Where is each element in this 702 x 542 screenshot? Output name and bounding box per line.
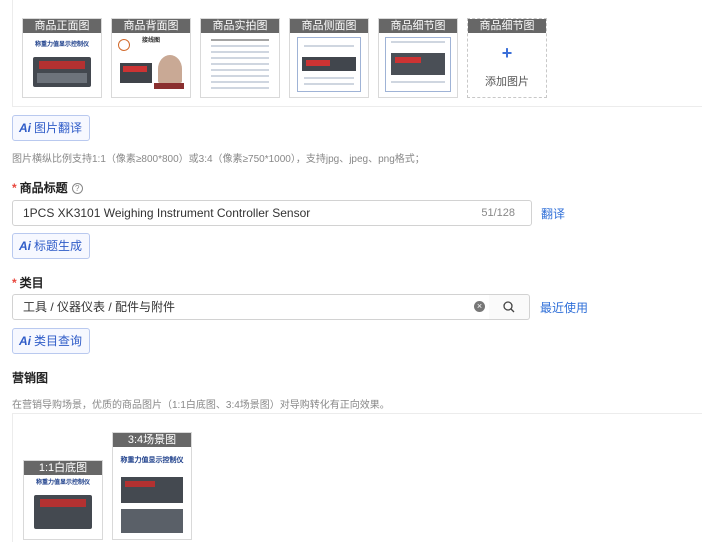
translate-link[interactable]: 翻译 <box>541 205 565 222</box>
add-image-label: 添加图片 <box>485 76 529 88</box>
category-label: * 类目 <box>12 274 44 291</box>
marketing-label: 营销图 <box>12 371 49 385</box>
marketing-hint: 在营销导购场景，优质的商品图片（1:1白底图、3:4场景图）对导购转化有正向效果… <box>12 400 390 411</box>
button-label: 标题生成 <box>34 239 83 253</box>
thumb-caption: 商品正面图 <box>23 19 101 33</box>
product-photo <box>294 35 364 94</box>
thumb-caption: 商品细节图 <box>468 19 546 33</box>
ai-icon: Ai <box>19 239 31 253</box>
generate-title-button[interactable]: Ai 标题生成 <box>12 233 91 259</box>
add-image-button[interactable]: 商品细节图 + 添加图片 <box>467 18 547 98</box>
image-format-hint: 图片横纵比例支持1:1（像素≥800*800）或3:4（像素≥750*1000）… <box>12 154 425 165</box>
category-value: 工具 / 仪器仪表 / 配件与附件 <box>23 300 176 314</box>
required-mark: * <box>12 276 17 290</box>
help-icon[interactable]: ? <box>71 183 83 194</box>
thumb-caption: 3:4场景图 <box>113 433 191 447</box>
required-mark: * <box>12 181 17 195</box>
ai-icon: Ai <box>19 334 31 348</box>
title-input[interactable]: 1PCS XK3101 Weighing Instrument Controll… <box>12 200 532 226</box>
button-label: 图片翻译 <box>34 121 83 135</box>
thumb-caption: 1:1白底图 <box>24 461 102 475</box>
photo-embedded-title: 称重力值显示控制仪 <box>35 480 90 486</box>
photo-embedded-title: 称重力值显示控制仪 <box>120 457 184 464</box>
product-photo: 接线图 <box>116 35 186 94</box>
product-photo <box>383 35 453 94</box>
title-label: * 商品标题? <box>12 179 83 196</box>
button-label: 类目查询 <box>34 334 83 348</box>
image-thumb-front[interactable]: 商品正面图 称重力值显示控制仪 <box>22 18 102 98</box>
search-icon <box>503 301 515 313</box>
title-label-text: 商品标题 <box>19 181 68 195</box>
thumb-caption: 商品背面图 <box>112 19 190 33</box>
image-thumb-real[interactable]: 商品实拍图 <box>200 18 280 98</box>
spec-sheet-photo <box>205 35 275 94</box>
marketing-thumb-scene[interactable]: 3:4场景图 称重力值显示控制仪 <box>112 432 192 540</box>
thumb-caption: 商品侧面图 <box>290 19 368 33</box>
marketing-thumb-square[interactable]: 1:1白底图 称重力值显示控制仪 <box>23 460 103 540</box>
product-images-panel: 商品正面图 称重力值显示控制仪 商品背面图 接线图 商品实拍图 商品侧面图 商品… <box>12 0 702 107</box>
image-thumb-side[interactable]: 商品侧面图 <box>289 18 369 98</box>
image-thumb-back[interactable]: 商品背面图 接线图 <box>111 18 191 98</box>
photo-embedded-title: 称重力值显示控制仪 <box>34 42 89 48</box>
image-thumb-detail[interactable]: 商品细节图 <box>378 18 458 98</box>
product-photo: 称重力值显示控制仪 <box>27 35 97 94</box>
category-search-button[interactable] <box>489 294 530 320</box>
recent-use-link[interactable]: 最近使用 <box>540 299 588 316</box>
ai-icon: Ai <box>19 121 31 135</box>
clear-icon[interactable]: × <box>474 301 485 312</box>
category-label-text: 类目 <box>19 276 44 290</box>
image-translate-button[interactable]: Ai 图片翻译 <box>12 115 91 141</box>
title-char-counter: 51/128 <box>481 207 515 219</box>
category-query-button[interactable]: Ai 类目查询 <box>12 328 91 354</box>
thumb-caption: 商品实拍图 <box>201 19 279 33</box>
thumb-caption: 商品细节图 <box>379 19 457 33</box>
category-select[interactable]: 工具 / 仪器仪表 / 配件与附件 × <box>12 294 490 320</box>
title-input-value[interactable]: 1PCS XK3101 Weighing Instrument Controll… <box>23 201 310 225</box>
plus-icon: + <box>501 43 513 63</box>
